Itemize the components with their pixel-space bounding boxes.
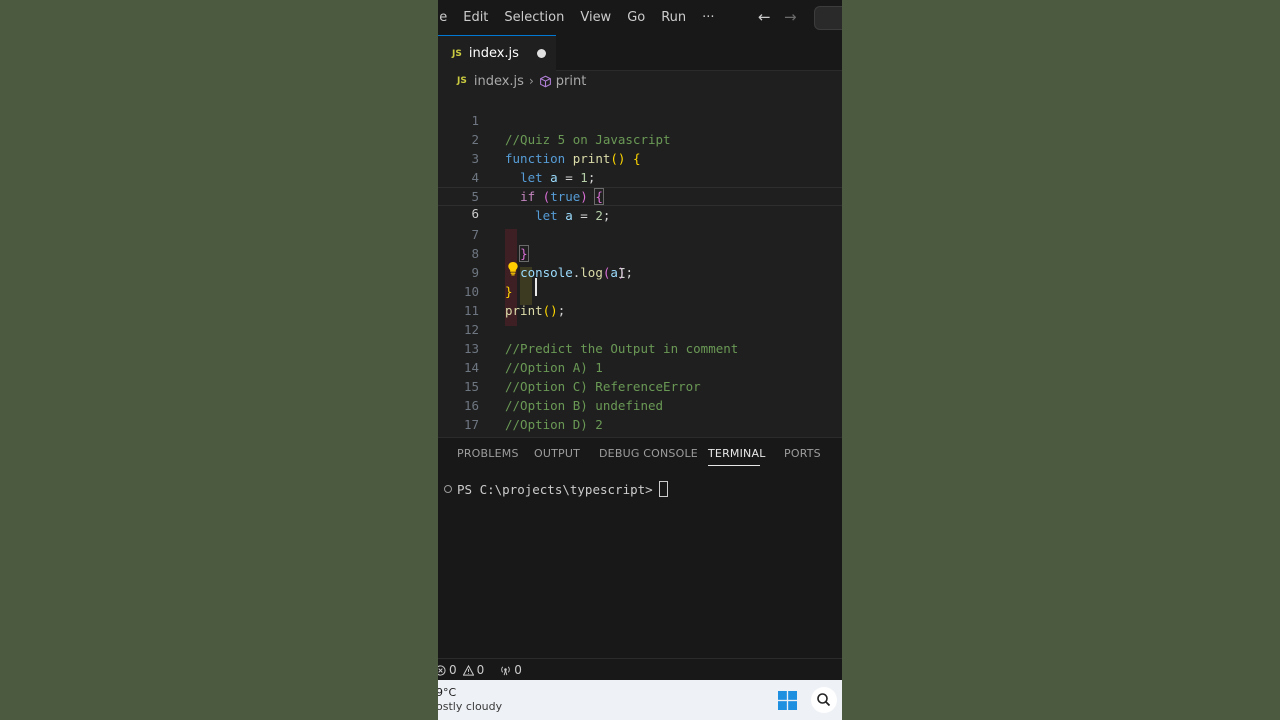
tab-terminal[interactable]: TERMINAL [708, 447, 766, 460]
problems-status[interactable]: 0 0 [438, 663, 484, 677]
forward-arrow-icon[interactable]: → [784, 8, 797, 26]
code-line[interactable]: 16 //Option D) 2 [438, 377, 842, 432]
code-line[interactable]: 1 //Quiz 5 on Javascript [438, 92, 842, 147]
lightbulb-icon[interactable] [507, 261, 519, 276]
error-circle-icon [438, 664, 446, 676]
code-line[interactable]: 13 //Option A) 1 [438, 320, 842, 375]
code-line[interactable]: 4 if (true) { [438, 149, 842, 205]
editor-tab-bar: JS index.js [438, 35, 842, 71]
status-bar: 0 0 0 [438, 658, 842, 681]
breadcrumb-file[interactable]: index.js [474, 74, 524, 89]
line-number: 17 [463, 417, 479, 432]
method-cube-icon [539, 75, 551, 87]
code-text: //Option D) 2 [505, 417, 603, 432]
ports-count: 0 [514, 663, 522, 677]
tab-debug-console[interactable]: DEBUG CONSOLE [599, 447, 698, 460]
code-line[interactable]: 8 console.log(a); [438, 225, 842, 280]
windows-start-icon[interactable] [778, 691, 797, 710]
tab-problems[interactable]: PROBLEMS [457, 447, 519, 460]
terminal-prompt: PS C:\projects\typescript> [457, 481, 653, 497]
mouse-ibeam-icon: I [618, 267, 626, 282]
text-cursor [535, 278, 537, 296]
weather-description[interactable]: ostly cloudy [438, 700, 502, 713]
code-editor[interactable]: 1 //Quiz 5 on Javascript 2 function prin… [438, 92, 842, 432]
code-line[interactable]: 15 //Option B) undefined [438, 358, 842, 413]
terminal-prompt-line[interactable]: PS C:\projects\typescript> [444, 481, 668, 497]
unsaved-dot-icon[interactable] [537, 49, 546, 58]
menu-view[interactable]: View [572, 10, 619, 25]
search-icon [817, 693, 831, 707]
menu-run[interactable]: Run [653, 10, 694, 25]
menu-edit[interactable]: Edit [455, 10, 496, 25]
background-right [842, 0, 1280, 720]
code-line[interactable]: 9 } [438, 244, 842, 299]
code-line[interactable]: 5 let a = 2; [438, 168, 842, 223]
code-line[interactable]: 10 print(); [438, 263, 842, 318]
js-file-icon: JS [452, 48, 462, 59]
chevron-right-icon: › [528, 74, 534, 88]
code-line[interactable]: 11 [438, 282, 842, 318]
terminal-cursor [658, 481, 668, 497]
command-status-circle-icon [444, 485, 452, 493]
code-line[interactable]: 17 [438, 396, 842, 432]
breadcrumb: JS index.js › print [457, 72, 586, 90]
bottom-panel: PROBLEMS OUTPUT DEBUG CONSOLE TERMINAL P… [438, 437, 842, 659]
vscode-window: ile Edit Selection View Go Run ··· ← → J… [438, 0, 842, 720]
error-count: 0 [449, 663, 457, 677]
ports-status[interactable]: 0 [500, 663, 522, 677]
back-arrow-icon[interactable]: ← [758, 8, 771, 26]
code-line[interactable]: 12 //Predict the Output in comment [438, 301, 842, 356]
taskbar-search-button[interactable] [811, 687, 837, 713]
tab-ports[interactable]: PORTS [784, 447, 821, 460]
code-line-current[interactable]: 6 [438, 187, 842, 221]
menu-selection[interactable]: Selection [496, 10, 572, 25]
windows-taskbar: 9°C ostly cloudy [438, 680, 842, 720]
code-line[interactable]: 2 function print() { [438, 111, 842, 166]
breadcrumb-symbol[interactable]: print [556, 74, 587, 89]
warning-count: 0 [476, 663, 485, 677]
background-left [0, 0, 438, 720]
menu-file[interactable]: ile [438, 10, 455, 25]
panel-tab-bar: PROBLEMS OUTPUT DEBUG CONSOLE TERMINAL P… [438, 438, 842, 470]
broadcast-icon [501, 666, 511, 675]
tab-label: index.js [468, 46, 519, 61]
weather-temperature[interactable]: 9°C [438, 686, 456, 699]
warning-triangle-icon [462, 664, 474, 676]
code-line[interactable]: 3 let a = 1; [438, 130, 842, 185]
js-file-icon: JS [457, 76, 467, 86]
menu-bar: ile Edit Selection View Go Run ··· [438, 0, 842, 35]
menu-more[interactable]: ··· [694, 10, 722, 25]
code-line[interactable]: 14 //Option C) ReferenceError [438, 339, 842, 394]
active-tab-indicator [708, 465, 760, 466]
command-center-search[interactable] [814, 6, 842, 30]
menu-go[interactable]: Go [619, 10, 653, 25]
tab-index-js[interactable]: JS index.js [438, 35, 556, 71]
code-line[interactable]: 7 } [438, 206, 842, 262]
tab-output[interactable]: OUTPUT [534, 447, 580, 460]
